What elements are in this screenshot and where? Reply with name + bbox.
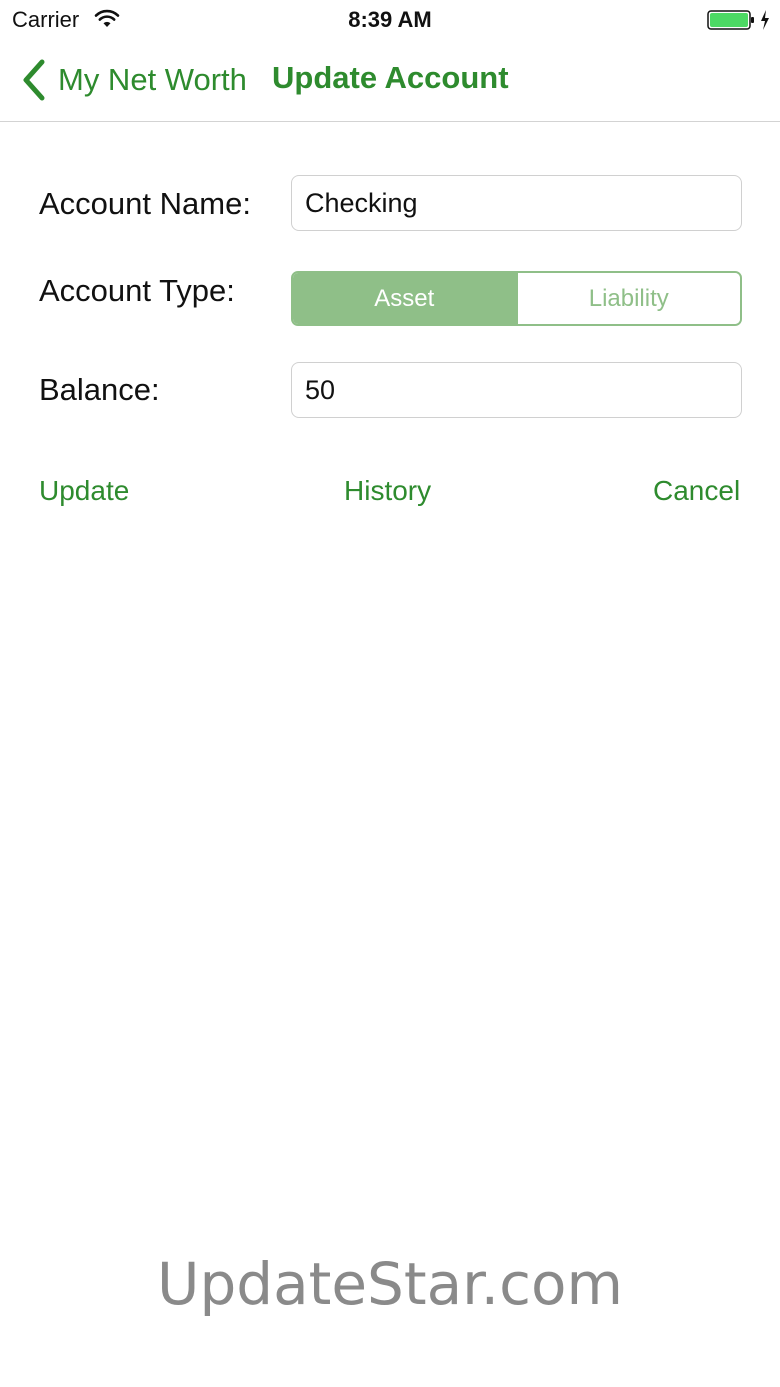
account-type-segmented-control: Asset Liability (291, 271, 742, 326)
back-button-label: My Net Worth (58, 62, 247, 97)
battery-icon (707, 10, 754, 30)
charging-bolt-icon (761, 10, 769, 30)
page-title: Update Account (272, 60, 509, 95)
account-name-field[interactable] (291, 175, 742, 231)
balance-label: Balance: (39, 372, 160, 407)
update-account-screen: Carrier 8:39 AM My Net Worth Update Acco… (0, 0, 780, 1387)
status-bar: Carrier 8:39 AM (0, 0, 780, 40)
update-button[interactable]: Update (39, 475, 129, 507)
account-type-label: Account Type: (39, 273, 235, 308)
segment-liability[interactable]: Liability (515, 273, 740, 324)
history-button[interactable]: History (344, 475, 431, 507)
account-name-label: Account Name: (39, 186, 251, 221)
chevron-left-icon (23, 59, 45, 101)
balance-field[interactable] (291, 362, 742, 418)
watermark: UpdateStar.com (157, 1250, 623, 1318)
navigation-bar: My Net Worth Update Account (0, 40, 780, 122)
cancel-button[interactable]: Cancel (653, 475, 740, 507)
segment-asset[interactable]: Asset (293, 273, 516, 324)
status-time: 8:39 AM (348, 7, 432, 32)
back-button[interactable]: My Net Worth (20, 56, 247, 104)
